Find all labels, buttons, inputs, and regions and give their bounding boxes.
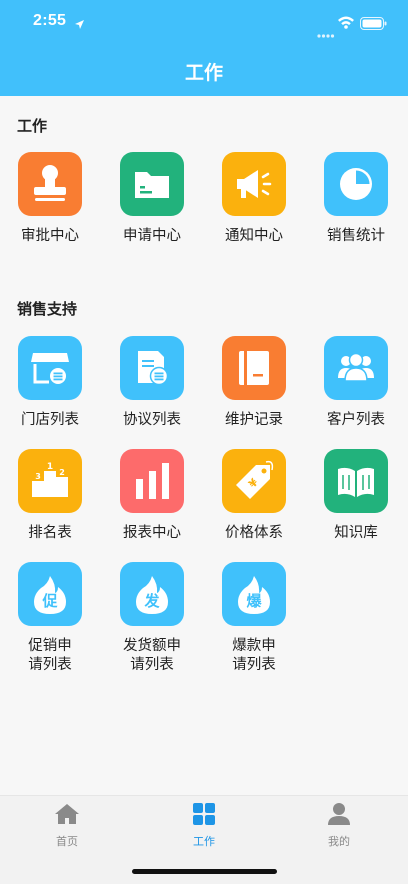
maintenance-records-tile[interactable]: 维护记录 <box>209 336 299 430</box>
shipment-flame-icon: 发 <box>120 562 184 626</box>
header-bar: 2:55 工作 <box>0 0 408 96</box>
tile-label: 知识库 <box>334 525 378 541</box>
tile-label: 门店列表 <box>21 412 79 428</box>
store-icon <box>18 336 82 400</box>
tile-label: 爆款申 请列表 <box>232 638 276 673</box>
tab-work[interactable]: 工作 <box>159 802 249 849</box>
home-icon <box>55 804 79 824</box>
tab-label: 工作 <box>193 835 215 848</box>
knowledge-base-tile[interactable]: 知识库 <box>311 449 401 543</box>
tab-home[interactable]: 首页 <box>22 802 112 849</box>
tile-label: 排名表 <box>28 525 72 541</box>
notification-center-tile[interactable]: 通知中心 <box>209 152 299 246</box>
customer-list-tile[interactable]: 客户列表 <box>311 336 401 430</box>
svg-text:2: 2 <box>59 468 65 477</box>
signal-icon <box>317 23 335 42</box>
tile-label: 促销申 请列表 <box>28 638 72 673</box>
megaphone-icon <box>222 152 286 216</box>
podium-icon: 1 2 3 <box>18 449 82 513</box>
tile-label: 通知中心 <box>225 228 283 244</box>
tab-label: 我的 <box>328 835 350 848</box>
page-title: 工作 <box>184 62 223 84</box>
application-center-tile[interactable]: 申请中心 <box>107 152 197 246</box>
flame-glyph: 爆 <box>246 592 262 610</box>
tile-label: 审批中心 <box>21 228 79 244</box>
tab-mine[interactable]: 我的 <box>294 802 384 849</box>
wifi-icon <box>337 14 355 33</box>
tile-label: 申请中心 <box>123 228 181 244</box>
status-time: 2:55 <box>33 12 67 29</box>
tile-label: 协议列表 <box>123 412 181 428</box>
tile-label: 销售统计 <box>327 228 385 244</box>
shipment-application-list-tile[interactable]: 发 发货额申 请列表 <box>107 562 197 675</box>
tile-label: 发货额申 请列表 <box>123 638 181 673</box>
report-center-tile[interactable]: 报表中心 <box>107 449 197 543</box>
bar-chart-icon <box>120 449 184 513</box>
customers-icon <box>324 336 388 400</box>
flame-glyph: 发 <box>144 592 160 610</box>
notebook-icon <box>222 336 286 400</box>
tile-label: 客户列表 <box>327 412 385 428</box>
svg-text:1: 1 <box>47 462 53 472</box>
section-title-work: 工作 <box>17 117 48 135</box>
price-system-tile[interactable]: ¥ 价格体系 <box>209 449 299 543</box>
tile-label: 报表中心 <box>123 525 181 541</box>
approval-center-tile[interactable]: 审批中心 <box>5 152 95 246</box>
document-list-icon <box>120 336 184 400</box>
home-indicator <box>132 869 277 874</box>
stamp-icon <box>18 152 82 216</box>
book-icon <box>324 449 388 513</box>
grid-icon <box>193 803 215 825</box>
svg-text:3: 3 <box>35 472 41 481</box>
hot-item-application-list-tile[interactable]: 爆 爆款申 请列表 <box>209 562 299 675</box>
folder-icon <box>120 152 184 216</box>
tile-label: 价格体系 <box>225 525 283 541</box>
tab-label: 首页 <box>56 835 78 848</box>
promo-flame-icon: 促 <box>18 562 82 626</box>
store-list-tile[interactable]: 门店列表 <box>5 336 95 430</box>
flame-glyph: 促 <box>42 592 58 610</box>
status-bar: 2:55 <box>0 0 408 44</box>
section-title-sales-support: 销售支持 <box>17 300 78 318</box>
location-arrow-icon <box>74 15 85 34</box>
battery-icon <box>360 15 387 34</box>
agreement-list-tile[interactable]: 协议列表 <box>107 336 197 430</box>
person-icon <box>328 803 350 825</box>
price-tag-icon: ¥ <box>222 449 286 513</box>
pie-chart-icon <box>324 152 388 216</box>
promotion-application-list-tile[interactable]: 促 促销申 请列表 <box>5 562 95 675</box>
ranking-tile[interactable]: 1 2 3 排名表 <box>5 449 95 543</box>
sales-statistics-tile[interactable]: 销售统计 <box>311 152 401 246</box>
tile-label: 维护记录 <box>225 412 283 428</box>
hot-item-flame-icon: 爆 <box>222 562 286 626</box>
